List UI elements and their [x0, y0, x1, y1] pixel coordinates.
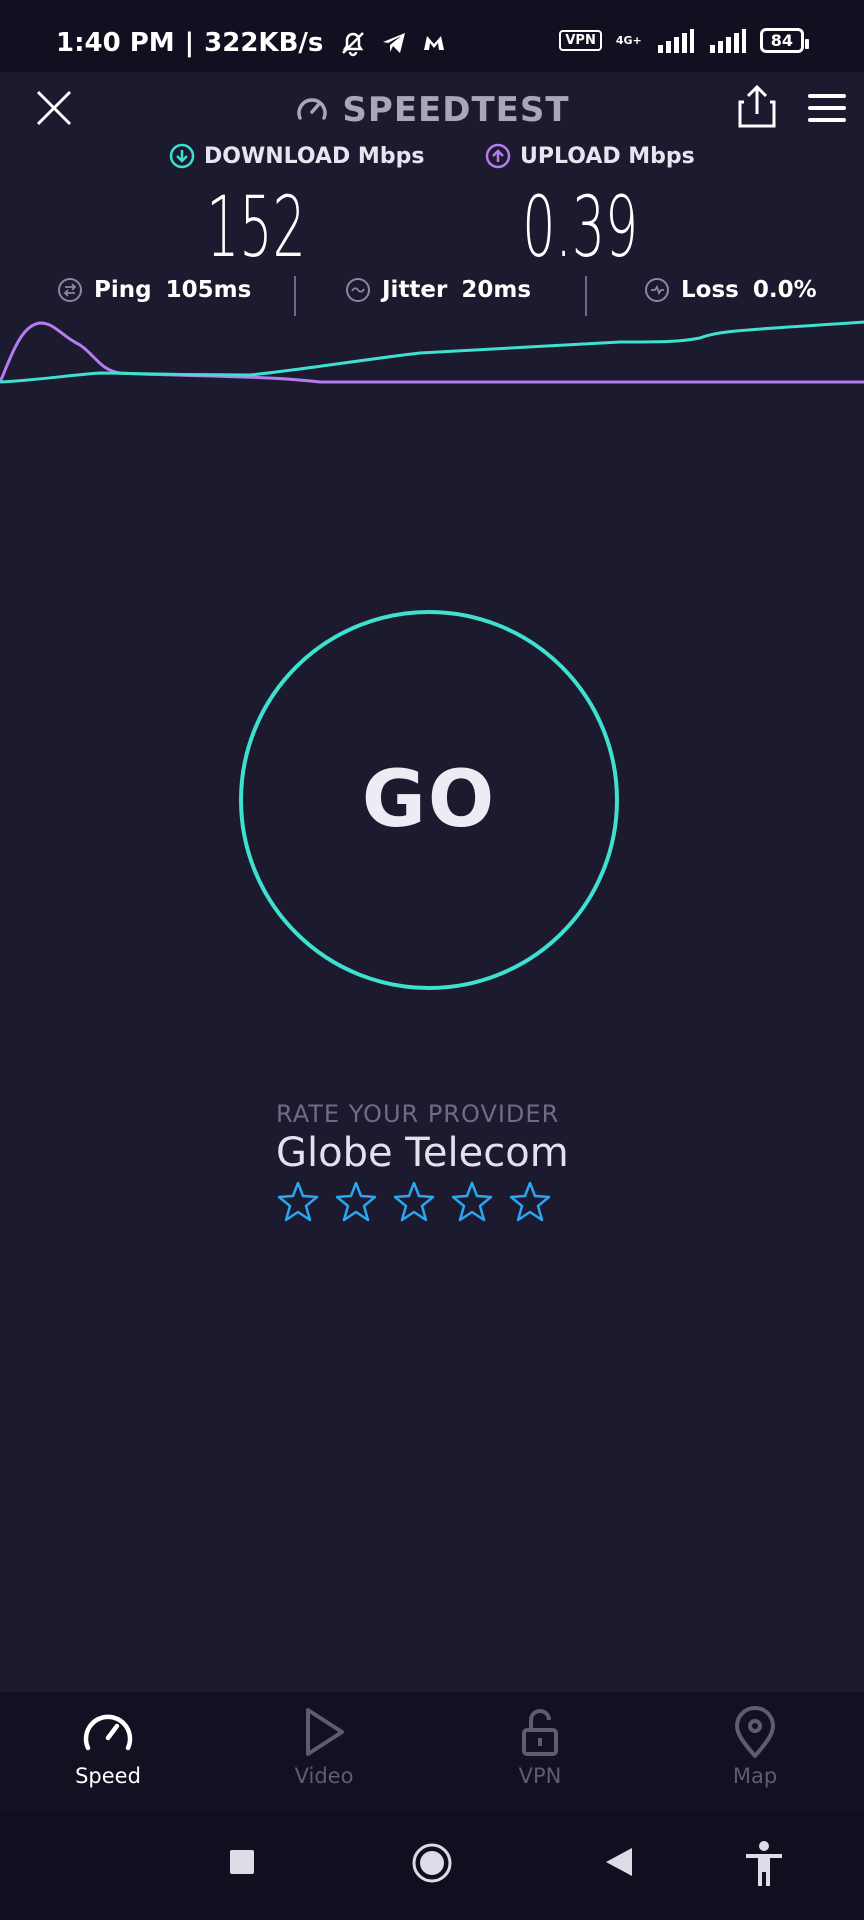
bell-off-icon: [342, 32, 365, 57]
telegram-icon: [383, 33, 406, 53]
malwarebytes-icon: [424, 36, 445, 50]
go-label: GO: [361, 755, 497, 845]
nav-label-speed: Speed: [75, 1764, 141, 1788]
download-arrow-icon: [169, 143, 195, 169]
nav-item-map[interactable]: Map: [685, 1706, 825, 1788]
back-button[interactable]: [604, 1846, 634, 1882]
hamburger-menu-icon: [808, 94, 846, 122]
rate-title: RATE YOUR PROVIDER: [276, 1100, 560, 1128]
go-button[interactable]: GO: [239, 610, 619, 990]
speedometer-logo-icon: [297, 98, 328, 120]
star-icon-3[interactable]: [392, 1180, 436, 1224]
rate-provider-section: RATE YOUR PROVIDER Globe Telecom: [276, 1100, 569, 1224]
share-button[interactable]: [736, 84, 778, 130]
ping-icon: [58, 278, 82, 302]
accessibility-button[interactable]: [742, 1840, 786, 1892]
provider-name: Globe Telecom: [276, 1130, 569, 1176]
star-icon-1[interactable]: [276, 1180, 320, 1224]
speedometer-icon: [83, 1714, 133, 1751]
download-value: 152: [206, 178, 306, 276]
nav-item-speed[interactable]: Speed: [38, 1706, 178, 1788]
status-right: VPN 4G+ 84: [559, 28, 810, 53]
loss-value: 0.0%: [752, 277, 817, 303]
vpn-badge: VPN: [559, 30, 602, 51]
square-icon: [230, 1850, 254, 1874]
jitter-value: 20ms: [461, 277, 532, 303]
speed-graph: [0, 320, 864, 384]
recents-button[interactable]: [228, 1848, 256, 1880]
app-title: SPEEDTEST: [342, 90, 570, 130]
upload-label: UPLOAD Mbps: [484, 142, 695, 170]
nav-label-map: Map: [732, 1764, 778, 1788]
play-icon: [306, 1708, 344, 1756]
network-type: 4G+: [615, 34, 642, 47]
upload-value: 0.39: [522, 178, 639, 276]
ping-value: 105ms: [165, 277, 252, 303]
bottom-nav: Speed Video VPN Map: [0, 1692, 864, 1812]
star-icon-5[interactable]: [508, 1180, 552, 1224]
upload-label-text: UPLOAD Mbps: [520, 143, 695, 169]
nav-label-video: Video: [294, 1764, 354, 1788]
star-icon-2[interactable]: [334, 1180, 378, 1224]
home-button[interactable]: [411, 1842, 453, 1888]
download-label-text: DOWNLOAD Mbps: [204, 143, 425, 169]
loss-icon: [645, 278, 669, 302]
accessibility-icon: [746, 1841, 782, 1886]
lock-open-icon: [522, 1709, 558, 1756]
star-rating: [276, 1180, 569, 1224]
jitter-icon: [346, 278, 370, 302]
signal-icon: [657, 28, 694, 53]
share-icon: [738, 84, 776, 128]
app-header: SPEEDTEST: [0, 72, 864, 144]
status-bar: 1:40 PM | 322KB/s VPN 4G+ 84: [0, 0, 864, 72]
system-nav-bar: [0, 1812, 864, 1920]
nav-item-video[interactable]: Video: [254, 1706, 394, 1788]
ping-label: Ping: [94, 277, 152, 303]
loss-metric: Loss 0.0%: [643, 276, 817, 304]
battery-indicator: 84: [759, 28, 810, 53]
signal-icon-2: [709, 28, 746, 53]
status-time: 1:40 PM: [56, 28, 175, 58]
back-triangle-icon: [606, 1848, 632, 1876]
home-circle-icon: [412, 1843, 452, 1883]
menu-button[interactable]: [806, 90, 848, 126]
nav-label-vpn: VPN: [518, 1764, 562, 1788]
loss-label: Loss: [681, 277, 739, 303]
jitter-label: Jitter: [382, 277, 448, 303]
status-network-speed: 322KB/s: [204, 28, 324, 58]
star-icon-4[interactable]: [450, 1180, 494, 1224]
jitter-metric: Jitter 20ms: [344, 276, 531, 304]
ping-metric: Ping 105ms: [56, 276, 251, 304]
app-title-wrap: SPEEDTEST: [0, 90, 864, 130]
metric-labels: DOWNLOAD Mbps UPLOAD Mbps: [0, 142, 864, 178]
download-graph-line: [0, 320, 864, 384]
map-pin-icon: [735, 1706, 775, 1758]
download-label: DOWNLOAD Mbps: [168, 142, 424, 170]
nav-item-vpn[interactable]: VPN: [470, 1706, 610, 1788]
upload-arrow-icon: [485, 143, 511, 169]
status-left: 1:40 PM | 322KB/s: [56, 28, 447, 58]
